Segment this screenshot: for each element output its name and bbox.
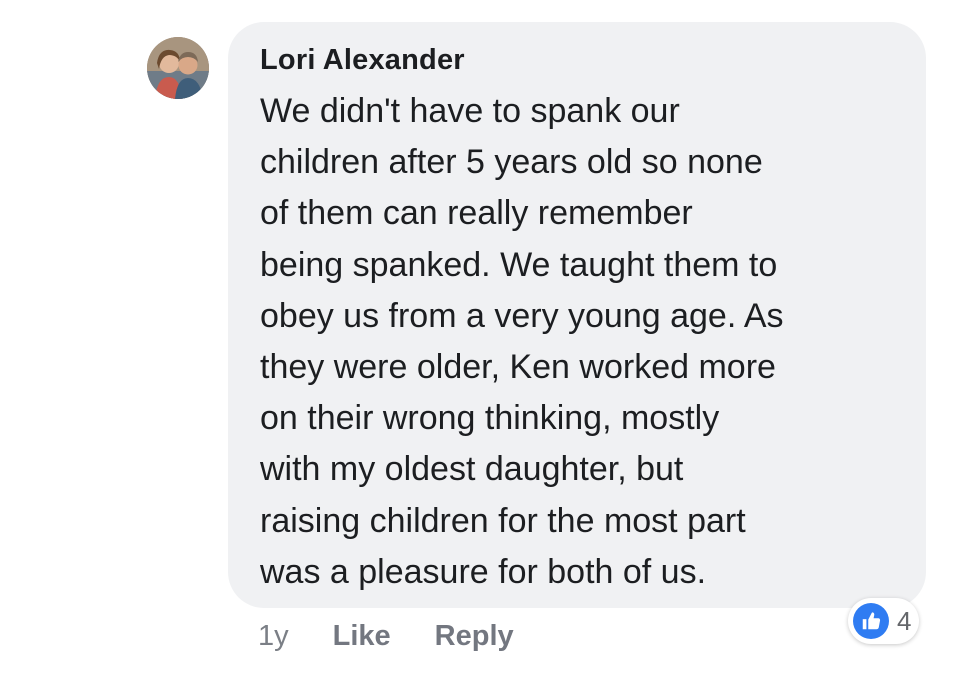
- comment-text-line: obey us from a very young age. As: [260, 296, 784, 335]
- comment-text-line: was a pleasure for both of us.: [260, 552, 707, 591]
- avatar[interactable]: [147, 37, 209, 99]
- comment-text-line: with my oldest daughter, but: [260, 450, 684, 489]
- comment-timestamp[interactable]: 1y: [258, 620, 289, 653]
- comment-text-line: being spanked. We taught them to: [260, 245, 778, 284]
- comment-text-line: We didn't have to spank our: [260, 92, 680, 130]
- comment-author[interactable]: Lori Alexander: [260, 44, 465, 77]
- comment-text-line: of them can really remember: [260, 194, 693, 233]
- avatar-photo: [147, 37, 209, 99]
- comment-page: Lori Alexander We didn't have to spank o…: [0, 0, 960, 688]
- reply-button[interactable]: Reply: [435, 620, 514, 653]
- comment-text-line: children after 5 years old so none: [260, 143, 763, 182]
- thumbs-up-icon: [853, 603, 889, 639]
- like-button[interactable]: Like: [333, 620, 391, 653]
- comment-actions: 1y Like Reply: [258, 614, 558, 658]
- comment-text-line: they were older, Ken worked more: [260, 348, 776, 387]
- comment-text: We didn't have to spank our children aft…: [260, 86, 910, 598]
- comment-text-line: on their wrong thinking, mostly: [260, 399, 720, 438]
- comment-text-line: raising children for the most part: [260, 501, 746, 540]
- reaction-count: 4: [897, 605, 912, 636]
- reaction-summary[interactable]: 4: [848, 598, 920, 644]
